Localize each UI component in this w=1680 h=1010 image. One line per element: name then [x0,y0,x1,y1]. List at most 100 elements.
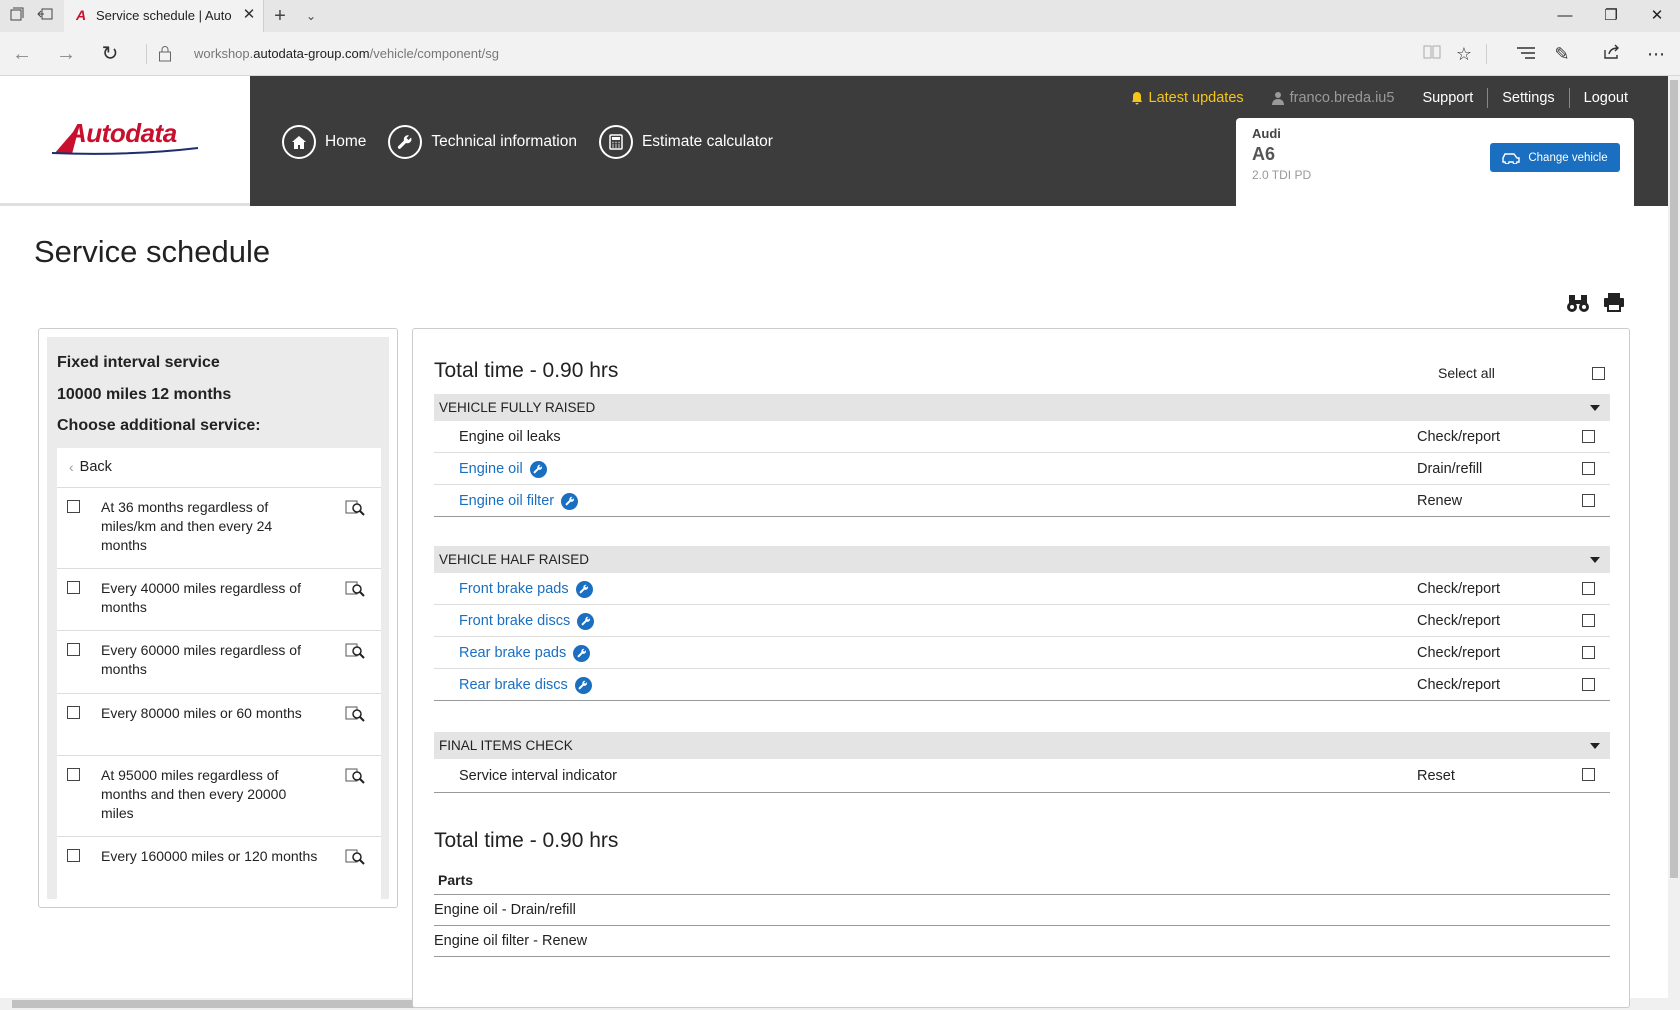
reading-view-icon[interactable] [1420,43,1444,65]
parts-row: Engine oil filter - Renew [434,926,1610,957]
refresh-icon[interactable]: ↻ [98,43,122,65]
option-label: Every 80000 miles or 60 months [101,704,302,721]
task-checkbox[interactable] [1582,678,1595,691]
section-header[interactable]: FINAL ITEMS CHECK [434,732,1610,759]
url-prefix: workshop. [194,46,254,61]
url-domain: autodata-group.com [253,46,370,61]
caret-down-icon [1590,405,1600,411]
preview-magnifier-icon[interactable] [345,640,365,660]
preview-magnifier-icon[interactable] [345,578,365,598]
page-title: Service schedule [34,234,271,269]
vertical-scrollbar[interactable] [1668,76,1680,998]
task-checkbox[interactable] [1582,462,1595,475]
wrench-icon[interactable] [574,676,592,694]
task-checkbox[interactable] [1582,430,1595,443]
logout-link[interactable]: Logout [1570,90,1628,106]
forward-arrow-icon[interactable]: → [54,43,78,65]
option-checkbox[interactable] [67,642,80,656]
back-link[interactable]: ‹ Back [57,448,381,488]
service-type: Fixed interval service [57,354,220,371]
share-icon[interactable] [1600,43,1624,65]
task-checkbox[interactable] [1582,646,1595,659]
toolbar-divider [146,44,147,64]
section-header[interactable]: VEHICLE HALF RAISED [434,546,1610,573]
additional-service-panel: Fixed interval service 10000 miles 12 mo… [38,328,398,908]
set-tabs-aside-icon[interactable] [36,7,54,25]
print-icon[interactable] [1603,292,1627,316]
more-icon[interactable]: ⋯ [1644,43,1668,65]
task-action: Check/report [1417,429,1501,445]
caret-down-icon [1590,743,1600,749]
task-action: Check/report [1417,677,1501,693]
task-name: Engine oil [459,461,523,477]
table-row: Rear brake discs Check/report [434,669,1610,701]
task-link[interactable]: Front brake discs [459,605,595,637]
preview-magnifier-icon[interactable] [345,703,365,723]
web-note-icon[interactable]: ✎ [1550,43,1574,65]
select-all-label: Select all [1438,365,1495,381]
nav-home[interactable]: Home [282,124,366,160]
preview-magnifier-icon[interactable] [345,497,365,517]
task-link[interactable]: Engine oil [459,453,547,485]
wrench-icon[interactable] [529,460,547,478]
wrench-icon[interactable] [561,492,579,510]
option-checkbox[interactable] [67,705,80,719]
preview-magnifier-icon[interactable] [345,846,365,866]
option-checkbox[interactable] [67,499,80,513]
url-field[interactable]: workshop.autodata-group.com/vehicle/comp… [194,46,499,61]
nav-home-label: Home [325,133,367,150]
nav-technical-information[interactable]: Technical information [388,124,577,160]
lock-icon[interactable] [158,45,174,63]
close-tab-icon[interactable]: ✕ [240,6,258,24]
toolbar-divider [1486,44,1487,64]
user-account[interactable]: franco.breda.iu5 [1258,90,1409,106]
additional-service-list: ‹ Back At 36 months regardless of miles/… [57,447,381,899]
back-arrow-icon[interactable]: ← [10,43,34,65]
section-header[interactable]: VEHICLE FULLY RAISED [434,394,1610,421]
option-checkbox[interactable] [67,580,80,594]
nav-estimate-calculator[interactable]: Estimate calculator [598,124,773,160]
hub-icon[interactable] [1514,43,1538,65]
task-link[interactable]: Rear brake pads [459,637,591,669]
minimize-icon[interactable]: — [1542,0,1588,32]
scrollbar-thumb[interactable] [1670,80,1678,878]
wrench-icon[interactable] [577,612,595,630]
chevron-left-icon: ‹ [69,459,74,475]
wrench-icon [388,125,423,159]
tab-preview-chevron-icon[interactable]: ⌄ [302,7,320,25]
task-link[interactable]: Engine oil filter [459,485,579,517]
window-close-icon[interactable]: ✕ [1634,0,1680,32]
restore-icon[interactable]: ❐ [1588,0,1634,32]
task-link[interactable]: Rear brake discs [459,669,592,701]
task-action: Check/report [1417,613,1501,629]
binoculars-icon[interactable] [1566,292,1590,316]
task-checkbox[interactable] [1582,768,1595,781]
top-links: Latest updates franco.breda.iu5 Support … [1117,88,1628,108]
logo-area[interactable]: Autodata [0,76,250,206]
total-time-top: Total time - 0.90 hrs [434,359,619,382]
browser-tab-bar: A Service schedule | Autodata ✕ + ⌄ — ❐ … [0,0,1680,32]
settings-link[interactable]: Settings [1488,90,1568,106]
tab-list-icon[interactable] [8,7,26,25]
task-action: Check/report [1417,581,1501,597]
section-title: VEHICLE FULLY RAISED [439,400,596,415]
preview-magnifier-icon[interactable] [345,765,365,785]
select-all-checkbox[interactable] [1592,367,1605,380]
caret-down-icon [1590,557,1600,563]
new-tab-icon[interactable]: + [271,6,289,26]
latest-updates-link[interactable]: Latest updates [1117,90,1258,106]
task-name: Front brake discs [459,613,571,629]
task-checkbox[interactable] [1582,614,1595,627]
support-link[interactable]: Support [1408,90,1487,106]
wrench-icon[interactable] [575,580,593,598]
favorite-star-icon[interactable]: ☆ [1452,43,1476,65]
back-label: Back [79,459,112,475]
option-checkbox[interactable] [67,767,80,781]
task-checkbox[interactable] [1582,494,1595,507]
wrench-icon[interactable] [573,644,591,662]
task-link[interactable]: Front brake pads [459,573,593,605]
option-checkbox[interactable] [67,848,80,862]
task-checkbox[interactable] [1582,582,1595,595]
change-vehicle-button[interactable]: Change vehicle [1490,143,1620,172]
active-tab[interactable]: A Service schedule | Autodata ✕ [64,0,264,32]
